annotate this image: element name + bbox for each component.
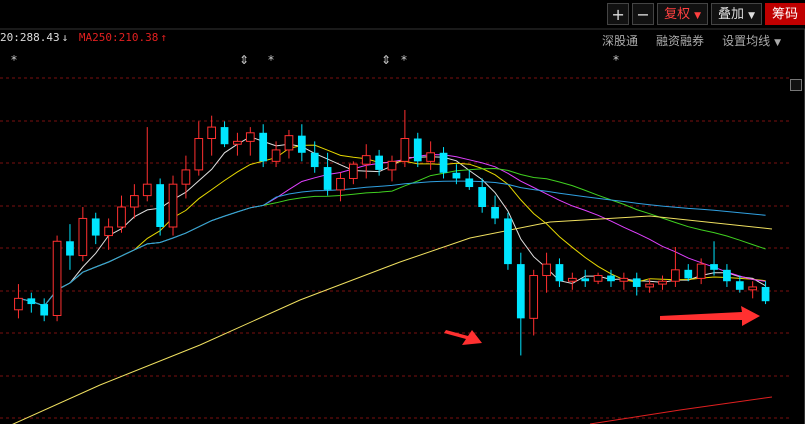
up-arrow-icon: ↑: [160, 31, 167, 44]
candle-body: [491, 207, 499, 219]
ma-prev-value: 20:288.43: [0, 31, 60, 44]
candle-body: [607, 275, 615, 282]
candle-body: [658, 280, 667, 285]
candle-body: [194, 138, 204, 171]
candle-body: [748, 286, 758, 291]
candle-body: [181, 169, 191, 185]
ma-legend: 20:288.43 ↓ MA250:210.38 ↑: [0, 31, 171, 44]
hk-connect-link[interactable]: 深股通: [602, 32, 638, 49]
toolbar: + − 复权 ▼ 叠加 ▼ 筹码: [604, 3, 805, 27]
ma250-value: MA250:210.38: [78, 31, 159, 44]
event-marker-icon: ⇕: [239, 53, 249, 67]
event-marker-icon: *: [401, 53, 407, 67]
candle-body: [632, 278, 641, 287]
candle-body: [645, 283, 654, 288]
candle-body: [297, 135, 306, 153]
zoom-in-button[interactable]: +: [607, 3, 630, 25]
candle-body: [27, 298, 36, 305]
chart-links: 深股通 融资融券 设置均线 ▼: [602, 32, 781, 49]
candle-body: [452, 172, 461, 179]
candle-body: [723, 269, 731, 282]
candle-body: [323, 167, 332, 190]
candle-body: [78, 217, 88, 257]
candle-body: [168, 183, 178, 228]
annotation-arrow-icon: [660, 306, 760, 326]
candle-body: [465, 178, 474, 188]
candle-body: [413, 138, 422, 162]
candle-body: [271, 149, 281, 162]
candle-body: [117, 206, 126, 228]
candle-body: [439, 152, 448, 173]
candle-body: [710, 264, 718, 270]
candle-body: [104, 226, 113, 237]
restore-rights-label: 复权: [664, 7, 691, 22]
candle-body: [671, 269, 680, 282]
candle-body: [91, 218, 100, 236]
chips-button[interactable]: 筹码: [764, 3, 805, 25]
event-marker-icon: *: [268, 53, 274, 67]
candle-body: [52, 240, 62, 316]
candle-body: [555, 264, 564, 282]
candle-body: [516, 264, 525, 319]
ma-settings-link[interactable]: 设置均线 ▼: [722, 32, 781, 49]
candle-body: [375, 155, 383, 170]
chevron-down-icon: ▼: [694, 11, 702, 21]
overlay-label: 叠加: [718, 7, 745, 22]
restore-rights-dropdown[interactable]: 复权 ▼: [657, 3, 709, 25]
candle-body: [735, 281, 744, 290]
candle-body: [567, 277, 577, 282]
scroll-handle[interactable]: [790, 79, 802, 91]
candle-body: [40, 304, 49, 316]
candle-body: [761, 286, 770, 302]
candle-body: [284, 135, 294, 151]
margin-link[interactable]: 融资融券: [656, 32, 704, 49]
ma250-line: [12, 215, 773, 424]
candle-body: [361, 155, 371, 165]
candle-body: [348, 163, 358, 179]
candle-body: [156, 184, 164, 227]
event-marker-icon: *: [11, 53, 17, 67]
candle-body: [593, 275, 603, 282]
event-marker-icon: ⇕: [381, 53, 391, 67]
candlestick-chart[interactable]: * ⇕ * ⇕ * *: [0, 0, 805, 424]
candle-body: [207, 126, 217, 140]
down-arrow-icon: ↓: [61, 31, 69, 44]
candle-body: [233, 140, 242, 145]
candle-body: [696, 263, 706, 279]
chevron-down-icon: ▼: [774, 38, 781, 48]
candle-body: [142, 183, 152, 197]
candle-body: [542, 263, 551, 277]
candle-body: [684, 269, 693, 279]
candle-body: [130, 195, 139, 208]
candle-body: [245, 132, 255, 142]
ma-settings-label: 设置均线: [722, 34, 771, 48]
candle-body: [619, 277, 629, 282]
ma-red-line: [589, 396, 773, 424]
candle-body: [581, 278, 590, 282]
zoom-out-button[interactable]: −: [632, 3, 655, 25]
annotation-arrow-icon: [444, 330, 482, 345]
candle-body: [336, 177, 345, 191]
candle-body: [310, 152, 319, 168]
overlay-dropdown[interactable]: 叠加 ▼: [711, 3, 762, 25]
candle-body: [259, 132, 268, 162]
candle-body: [387, 160, 397, 171]
candle-body: [478, 187, 487, 208]
candle-body: [529, 275, 539, 319]
candle-body: [220, 127, 229, 145]
candle-body: [14, 297, 23, 311]
event-marker-icon: *: [613, 53, 619, 67]
candle-body: [426, 152, 436, 162]
chevron-down-icon: ▼: [748, 11, 755, 21]
candle-body: [66, 241, 74, 256]
candle-body: [400, 138, 410, 162]
candle-body: [504, 218, 512, 265]
